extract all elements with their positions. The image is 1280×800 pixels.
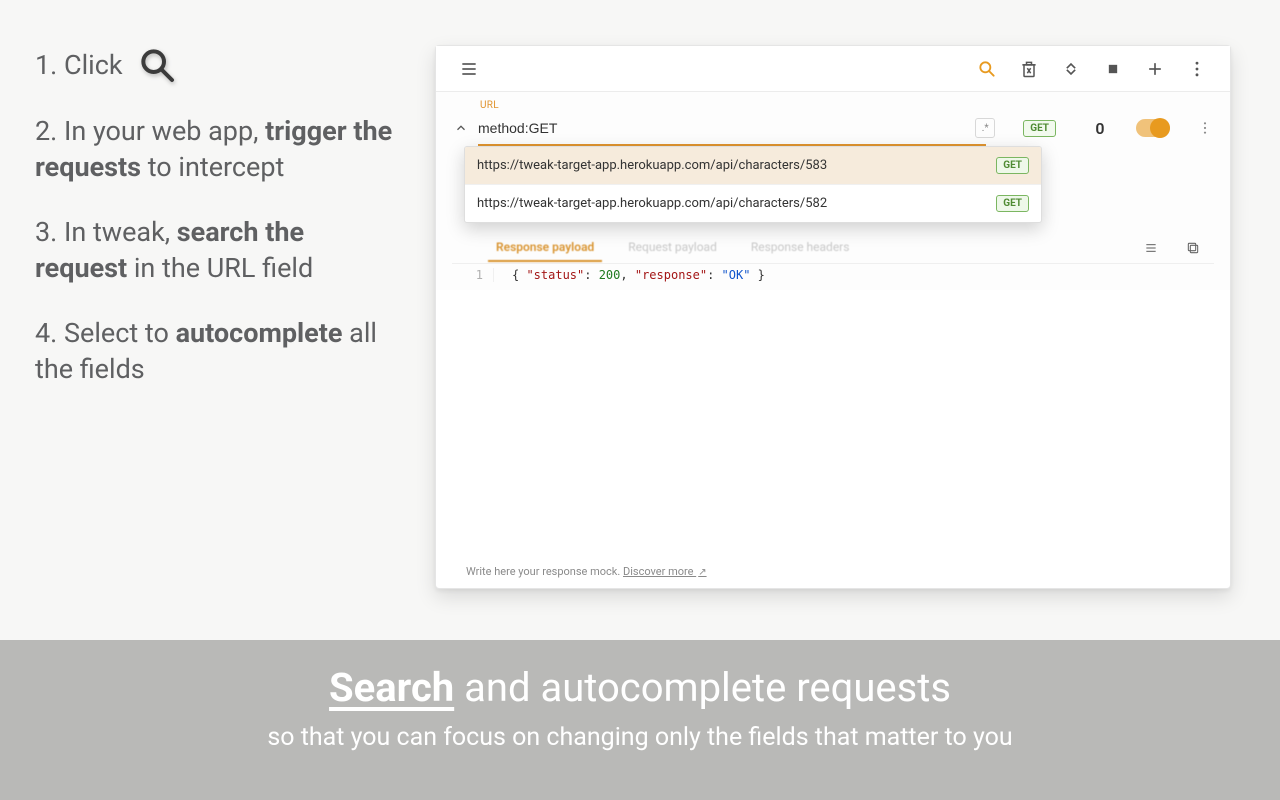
rule-area: URL .* GET 0 [436, 92, 1230, 290]
app-panel: URL .* GET 0 [435, 45, 1231, 589]
banner-title: Search and autocomplete requests [0, 664, 1280, 711]
copy-icon[interactable] [1184, 239, 1202, 257]
plus-icon[interactable] [1137, 51, 1173, 87]
hamburger-icon[interactable] [451, 51, 487, 87]
step-1: 1. Click [35, 45, 395, 85]
step-3: 3. In tweak, search the request in the U… [35, 214, 395, 287]
bottom-banner: Search and autocomplete requests so that… [0, 640, 1280, 800]
discover-more-link[interactable]: Discover more ↗ [623, 565, 707, 578]
external-link-icon: ↗ [698, 567, 706, 578]
autocomplete-dropdown: https://tweak-target-app.herokuapp.com/a… [464, 146, 1042, 223]
hit-count: 0 [1090, 119, 1110, 138]
footer-hint: Write here your response mock. Discover … [466, 565, 707, 578]
step-1-text: 1. Click [35, 47, 123, 83]
search-icon[interactable] [969, 51, 1005, 87]
method-chip[interactable]: GET [1023, 120, 1056, 137]
rule-more-vert-icon[interactable] [1196, 114, 1214, 142]
tab-response-payload[interactable]: Response payload [488, 234, 602, 262]
instructions-panel: 1. Click 2. In your web app, trigger the… [35, 45, 395, 640]
step-4: 4. Select to autocomplete all the fields [35, 315, 395, 388]
autocomplete-url: https://tweak-target-app.herokuapp.com/a… [477, 196, 986, 211]
tab-response-headers[interactable]: Response headers [743, 234, 858, 262]
line-number: 1 [462, 268, 494, 282]
stop-icon[interactable] [1095, 51, 1131, 87]
more-vert-icon[interactable] [1179, 51, 1215, 87]
autocomplete-item[interactable]: https://tweak-target-app.herokuapp.com/a… [465, 147, 1041, 185]
search-icon [137, 45, 177, 85]
autocomplete-method-chip: GET [996, 195, 1029, 212]
list-icon[interactable] [1142, 239, 1160, 257]
delete-x-icon[interactable] [1011, 51, 1047, 87]
enable-toggle[interactable] [1136, 119, 1170, 137]
code-editor[interactable]: 1 { "status": 200, "response": "OK" } [452, 264, 1214, 286]
url-input[interactable] [478, 118, 967, 138]
tabs-row: Response payload Request payload Respons… [452, 232, 1214, 264]
step-2: 2. In your web app, trigger the requests… [35, 113, 395, 186]
autocomplete-url: https://tweak-target-app.herokuapp.com/a… [477, 158, 986, 173]
regex-toggle[interactable]: .* [975, 118, 995, 138]
autocomplete-item[interactable]: https://tweak-target-app.herokuapp.com/a… [465, 185, 1041, 222]
toolbar [436, 46, 1230, 92]
collapse-icon[interactable] [1053, 51, 1089, 87]
autocomplete-method-chip: GET [996, 157, 1029, 174]
tab-request-payload[interactable]: Request payload [620, 234, 725, 262]
chevron-up-icon[interactable] [452, 119, 470, 137]
url-label: URL [480, 100, 1214, 111]
banner-subtitle: so that you can focus on changing only t… [0, 723, 1280, 752]
code-line: { "status": 200, "response": "OK" } [494, 268, 765, 282]
